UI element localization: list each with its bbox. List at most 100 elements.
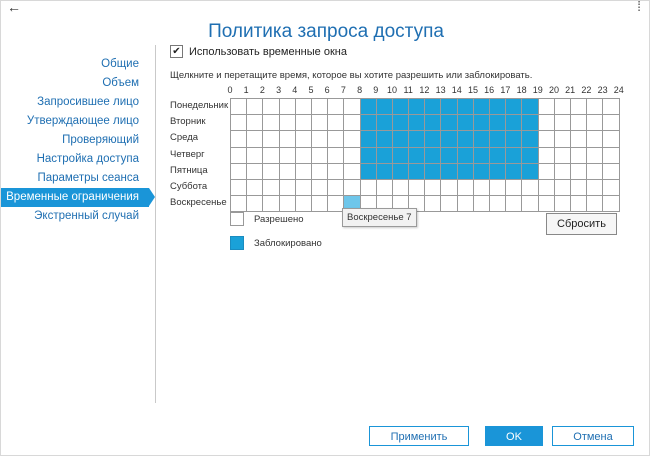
schedule-cell[interactable] <box>344 99 361 116</box>
schedule-cell[interactable] <box>311 196 329 213</box>
schedule-cell[interactable] <box>457 147 474 164</box>
schedule-cell[interactable] <box>263 196 280 213</box>
schedule-cell[interactable] <box>263 179 280 197</box>
schedule-cell[interactable] <box>344 179 361 197</box>
schedule-cell[interactable] <box>603 179 620 197</box>
schedule-cell[interactable] <box>473 196 490 213</box>
schedule-cell[interactable] <box>328 115 345 132</box>
schedule-cell[interactable] <box>409 163 426 180</box>
schedule-cell[interactable] <box>295 163 312 180</box>
schedule-cell[interactable] <box>231 179 248 197</box>
schedule-cell[interactable] <box>425 179 442 197</box>
schedule-cell[interactable] <box>295 131 312 148</box>
schedule-cell[interactable] <box>360 179 377 197</box>
schedule-cell[interactable] <box>490 115 507 132</box>
schedule-cell[interactable] <box>409 99 426 116</box>
schedule-cell[interactable] <box>231 115 248 132</box>
schedule-cell[interactable] <box>247 115 264 132</box>
schedule-cell[interactable] <box>587 115 604 132</box>
schedule-cell[interactable] <box>506 115 523 132</box>
schedule-cell[interactable] <box>279 179 296 197</box>
schedule-cell[interactable] <box>328 147 345 164</box>
schedule-cell[interactable] <box>231 147 248 164</box>
schedule-cell[interactable] <box>506 147 523 164</box>
schedule-cell[interactable] <box>538 99 555 116</box>
schedule-cell[interactable] <box>344 115 361 132</box>
schedule-cell[interactable] <box>570 147 588 164</box>
sidebar-item-reviewer[interactable]: Проверяющий <box>1 131 149 150</box>
schedule-cell[interactable] <box>522 131 539 148</box>
schedule-cell[interactable] <box>279 99 296 116</box>
schedule-cell[interactable] <box>295 196 312 213</box>
schedule-cell[interactable] <box>360 147 377 164</box>
schedule-cell[interactable] <box>538 196 555 213</box>
schedule-cell[interactable] <box>570 196 588 213</box>
schedule-cell[interactable] <box>457 163 474 180</box>
schedule-cell[interactable] <box>522 163 539 180</box>
sidebar-item-access-setup[interactable]: Настройка доступа <box>1 150 149 169</box>
schedule-cell[interactable] <box>603 131 620 148</box>
schedule-cell[interactable] <box>587 131 604 148</box>
schedule-cell[interactable] <box>522 196 539 213</box>
schedule-cell[interactable] <box>538 115 555 132</box>
schedule-cell[interactable] <box>392 163 410 180</box>
schedule-cell[interactable] <box>376 99 393 116</box>
schedule-cell[interactable] <box>425 147 442 164</box>
schedule-cell[interactable] <box>247 131 264 148</box>
schedule-cell[interactable] <box>344 131 361 148</box>
schedule-cell[interactable] <box>457 99 474 116</box>
schedule-cell[interactable] <box>231 131 248 148</box>
schedule-grid[interactable] <box>230 98 620 213</box>
schedule-cell[interactable] <box>473 147 490 164</box>
schedule-cell[interactable] <box>587 147 604 164</box>
schedule-cell[interactable] <box>409 131 426 148</box>
schedule-cell[interactable] <box>231 99 248 116</box>
sidebar-item-general[interactable]: Общие <box>1 55 149 74</box>
schedule-cell[interactable] <box>441 131 458 148</box>
schedule-cell[interactable] <box>490 147 507 164</box>
schedule-cell[interactable] <box>311 115 329 132</box>
schedule-cell[interactable] <box>522 99 539 116</box>
schedule-cell[interactable] <box>554 131 571 148</box>
schedule-cell[interactable] <box>344 163 361 180</box>
schedule-cell[interactable] <box>295 115 312 132</box>
schedule-cell[interactable] <box>311 99 329 116</box>
sidebar-item-time-restrictions[interactable]: Временные ограничения <box>1 188 155 207</box>
schedule-cell[interactable] <box>328 99 345 116</box>
schedule-cell[interactable] <box>360 131 377 148</box>
schedule-cell[interactable] <box>328 179 345 197</box>
schedule-cell[interactable] <box>490 196 507 213</box>
schedule-cell[interactable] <box>263 131 280 148</box>
schedule-cell[interactable] <box>279 147 296 164</box>
schedule-cell[interactable] <box>603 147 620 164</box>
schedule-cell[interactable] <box>570 115 588 132</box>
schedule-cell[interactable] <box>392 115 410 132</box>
schedule-cell[interactable] <box>360 115 377 132</box>
schedule-cell[interactable] <box>603 196 620 213</box>
schedule-cell[interactable] <box>279 163 296 180</box>
schedule-cell[interactable] <box>279 131 296 148</box>
schedule-cell[interactable] <box>247 99 264 116</box>
schedule-cell[interactable] <box>570 99 588 116</box>
schedule-cell[interactable] <box>473 131 490 148</box>
schedule-cell[interactable] <box>587 99 604 116</box>
schedule-cell[interactable] <box>473 163 490 180</box>
schedule-cell[interactable] <box>506 99 523 116</box>
schedule-cell[interactable] <box>311 163 329 180</box>
schedule-cell[interactable] <box>554 179 571 197</box>
schedule-cell[interactable] <box>425 163 442 180</box>
schedule-cell[interactable] <box>570 179 588 197</box>
schedule-cell[interactable] <box>279 115 296 132</box>
sidebar-item-scope[interactable]: Объем <box>1 74 149 93</box>
schedule-cell[interactable] <box>603 99 620 116</box>
schedule-cell[interactable] <box>295 99 312 116</box>
schedule-cell[interactable] <box>247 196 264 213</box>
schedule-cell[interactable] <box>263 115 280 132</box>
schedule-cell[interactable] <box>279 196 296 213</box>
schedule-cell[interactable] <box>522 115 539 132</box>
schedule-cell[interactable] <box>425 99 442 116</box>
schedule-cell[interactable] <box>311 131 329 148</box>
schedule-cell[interactable] <box>554 163 571 180</box>
schedule-cell[interactable] <box>392 131 410 148</box>
cancel-button[interactable]: Отмена <box>552 426 634 446</box>
